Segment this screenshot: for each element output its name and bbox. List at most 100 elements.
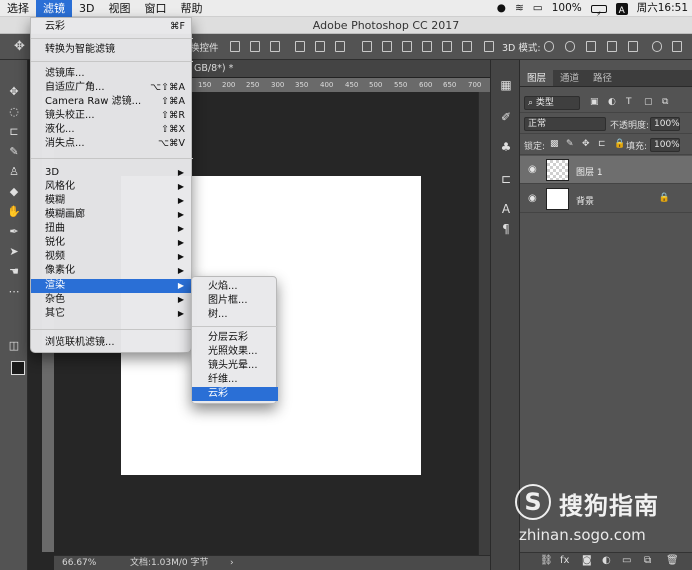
menu-item-browse-online[interactable]: 浏览联机滤镜... <box>31 336 193 350</box>
path-select-icon[interactable]: ➤ <box>6 244 22 260</box>
3d-drag-icon[interactable] <box>586 41 596 52</box>
distribute-bottom-icon[interactable] <box>402 41 412 52</box>
trash-icon[interactable]: 🗑 <box>666 555 679 566</box>
more-tools-icon[interactable]: ⋯ <box>6 284 22 300</box>
lock-artboard-icon[interactable]: ⊏ <box>598 139 606 149</box>
submenu-item-tree[interactable]: 树... <box>192 308 278 322</box>
align-left-icon[interactable] <box>295 41 305 52</box>
menu-item-render[interactable]: 渲染 ▶ <box>31 279 193 293</box>
menu-item-lens-correction[interactable]: 镜头校正... ⇧⌘R <box>31 109 193 123</box>
menu-select[interactable]: 选择 <box>0 0 36 17</box>
clock[interactable]: 周六16:51 <box>637 0 688 17</box>
tab-layers[interactable]: 图层 <box>520 70 554 86</box>
menu-item-3d[interactable]: 3D ▶ <box>31 166 193 180</box>
layer-row[interactable]: ◉ 图层 1 <box>520 156 692 184</box>
distribute-top-icon[interactable] <box>362 41 372 52</box>
menu-item-stylize[interactable]: 风格化 ▶ <box>31 180 193 194</box>
brush-icon[interactable]: ✐ <box>499 110 513 124</box>
wifi-icon[interactable]: ≋ <box>515 0 524 17</box>
crop-panel-icon[interactable]: ⊏ <box>499 172 513 186</box>
menu-item-vanishing-point[interactable]: 消失点... ⌥⌘V <box>31 137 193 151</box>
distribute-hcenter-icon[interactable] <box>442 41 452 52</box>
align-vcenter-icon[interactable] <box>250 41 260 52</box>
menu-item-blur-gallery[interactable]: 模糊画廊 ▶ <box>31 208 193 222</box>
lasso-icon[interactable]: ◌ <box>6 104 22 120</box>
eye-icon[interactable]: ◉ <box>528 164 537 175</box>
qq-icon[interactable]: ● <box>497 0 506 17</box>
menu-item-camera-raw[interactable]: Camera Raw 滤镜... ⇧⌘A <box>31 95 193 109</box>
filter-pixel-icon[interactable]: ▣ <box>590 97 599 107</box>
move-tool-icon[interactable]: ✥ <box>14 39 25 54</box>
menu-item-adaptive-wide-angle[interactable]: 自适应广角... ⌥⇧⌘A <box>31 81 193 95</box>
menu-item-other[interactable]: 其它 ▶ <box>31 307 193 321</box>
submenu-item-lighting-effects[interactable]: 光照效果... <box>192 345 278 359</box>
menu-item-video[interactable]: 视频 ▶ <box>31 250 193 264</box>
mask-icon[interactable]: ◙ <box>582 555 592 566</box>
quick-mask-icon[interactable]: ◫ <box>6 338 22 354</box>
submenu-item-picture-frame[interactable]: 图片框... <box>192 294 278 308</box>
align-right-icon[interactable] <box>335 41 345 52</box>
eyedropper-icon[interactable]: ✎ <box>6 144 22 160</box>
3d-slide-icon[interactable] <box>607 41 617 52</box>
new-layer-icon[interactable]: ⧉ <box>644 555 651 566</box>
eye-icon[interactable]: ◉ <box>528 193 537 204</box>
menu-item-noise[interactable]: 杂色 ▶ <box>31 293 193 307</box>
opacity-input[interactable]: 100% <box>650 117 680 131</box>
paragraph-icon[interactable]: ¶ <box>499 222 513 236</box>
menu-item-liquify[interactable]: 液化... ⇧⌘X <box>31 123 193 137</box>
blend-mode-select[interactable]: 正常 <box>524 117 606 131</box>
link-icon[interactable]: ⛓ <box>540 555 553 566</box>
document-tab[interactable]: GB/8*) * <box>190 60 490 78</box>
hand-icon[interactable]: ☚ <box>6 264 22 280</box>
foreground-color-swatch[interactable] <box>11 361 25 375</box>
auto-align-icon[interactable] <box>484 41 494 52</box>
menu-item-filter-gallery[interactable]: 滤镜库... <box>31 67 193 81</box>
eraser-icon[interactable]: ◆ <box>6 184 22 200</box>
distribute-left-icon[interactable] <box>422 41 432 52</box>
workspace-icon[interactable] <box>672 41 682 52</box>
layer-row[interactable]: ◉ 背景 🔒 <box>520 185 692 213</box>
battery-icon[interactable]: ⚡ <box>590 4 607 18</box>
tab-paths[interactable]: 路径 <box>586 70 619 86</box>
layer-kind-select[interactable]: ⌕ 类型 <box>524 96 580 110</box>
menu-item-blur[interactable]: 模糊 ▶ <box>31 194 193 208</box>
3d-roll-icon[interactable] <box>565 41 575 52</box>
menu-filter[interactable]: 滤镜 <box>36 0 72 17</box>
tab-channels[interactable]: 通道 <box>553 70 586 86</box>
submenu-item-difference-clouds[interactable]: 分层云彩 <box>192 331 278 345</box>
pen-icon[interactable]: ✒ <box>6 224 22 240</box>
lock-transparent-icon[interactable]: ▩ <box>550 139 559 149</box>
lock-position-icon[interactable]: ✥ <box>582 139 590 149</box>
menu-item-distort[interactable]: 扭曲 ▶ <box>31 222 193 236</box>
transform-controls-label[interactable]: 换控件 <box>190 40 219 54</box>
filter-shape-icon[interactable]: ▢ <box>644 97 653 107</box>
menu-view[interactable]: 视图 <box>101 0 137 17</box>
submenu-item-fibers[interactable]: 纤维... <box>192 373 278 387</box>
zoom-level[interactable]: 66.67% <box>62 556 96 570</box>
align-bottom-icon[interactable] <box>270 41 280 52</box>
folder-icon[interactable]: ▭ <box>622 555 631 566</box>
3d-scale-icon[interactable] <box>628 41 638 52</box>
filter-type-icon[interactable]: T <box>626 97 632 107</box>
fx-icon[interactable]: fx <box>560 555 569 566</box>
distribute-right-icon[interactable] <box>462 41 472 52</box>
menu-3d[interactable]: 3D <box>72 0 101 17</box>
document-info[interactable]: 文档:1.03M/0 字节 <box>130 556 208 570</box>
smudge-icon[interactable]: ✋ <box>6 204 22 220</box>
filter-adjust-icon[interactable]: ◐ <box>608 97 616 107</box>
clone-source-icon[interactable]: ♣ <box>499 140 513 154</box>
menu-item-last-filter[interactable]: 云彩 ⌘F <box>31 20 193 34</box>
fill-input[interactable]: 100% <box>650 138 680 152</box>
move-icon[interactable]: ✥ <box>6 84 22 100</box>
submenu-item-flame[interactable]: 火焰... <box>192 280 278 294</box>
input-method-icon[interactable]: A <box>615 2 628 16</box>
submenu-item-clouds[interactable]: 云彩 <box>192 387 278 401</box>
lock-all-icon[interactable]: 🔒 <box>614 139 625 149</box>
menu-item-convert-smart[interactable]: 转换为智能滤镜 <box>31 43 193 57</box>
filter-smart-icon[interactable]: ⧉ <box>662 97 668 107</box>
stamp-icon[interactable]: ♙ <box>6 164 22 180</box>
libraries-icon[interactable]: ▦ <box>499 78 513 92</box>
character-icon[interactable]: A <box>499 202 513 216</box>
crop-icon[interactable]: ⊏ <box>6 124 22 140</box>
align-hcenter-icon[interactable] <box>315 41 325 52</box>
